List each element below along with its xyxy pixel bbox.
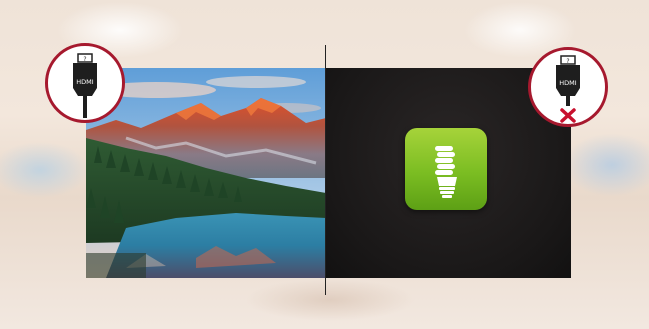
svg-text:?: ? bbox=[566, 58, 569, 65]
tv-screen-landscape bbox=[86, 68, 326, 278]
hdmi-label: HDMI bbox=[559, 79, 577, 87]
hdmi-connected-badge: ? HDMI bbox=[45, 43, 125, 123]
screen-divider bbox=[325, 45, 326, 295]
hdmi-disconnected-icon: ? bbox=[556, 55, 580, 123]
hdmi-label: HDMI bbox=[76, 78, 94, 86]
stage: ? HDMI ? HDMI bbox=[0, 0, 649, 329]
disconnect-x-icon bbox=[560, 108, 576, 123]
energy-saving-bulb-icon bbox=[405, 128, 487, 210]
landscape-image bbox=[86, 68, 326, 278]
svg-text:?: ? bbox=[83, 56, 86, 63]
hdmi-disconnected-badge: ? HDMI bbox=[528, 47, 608, 127]
